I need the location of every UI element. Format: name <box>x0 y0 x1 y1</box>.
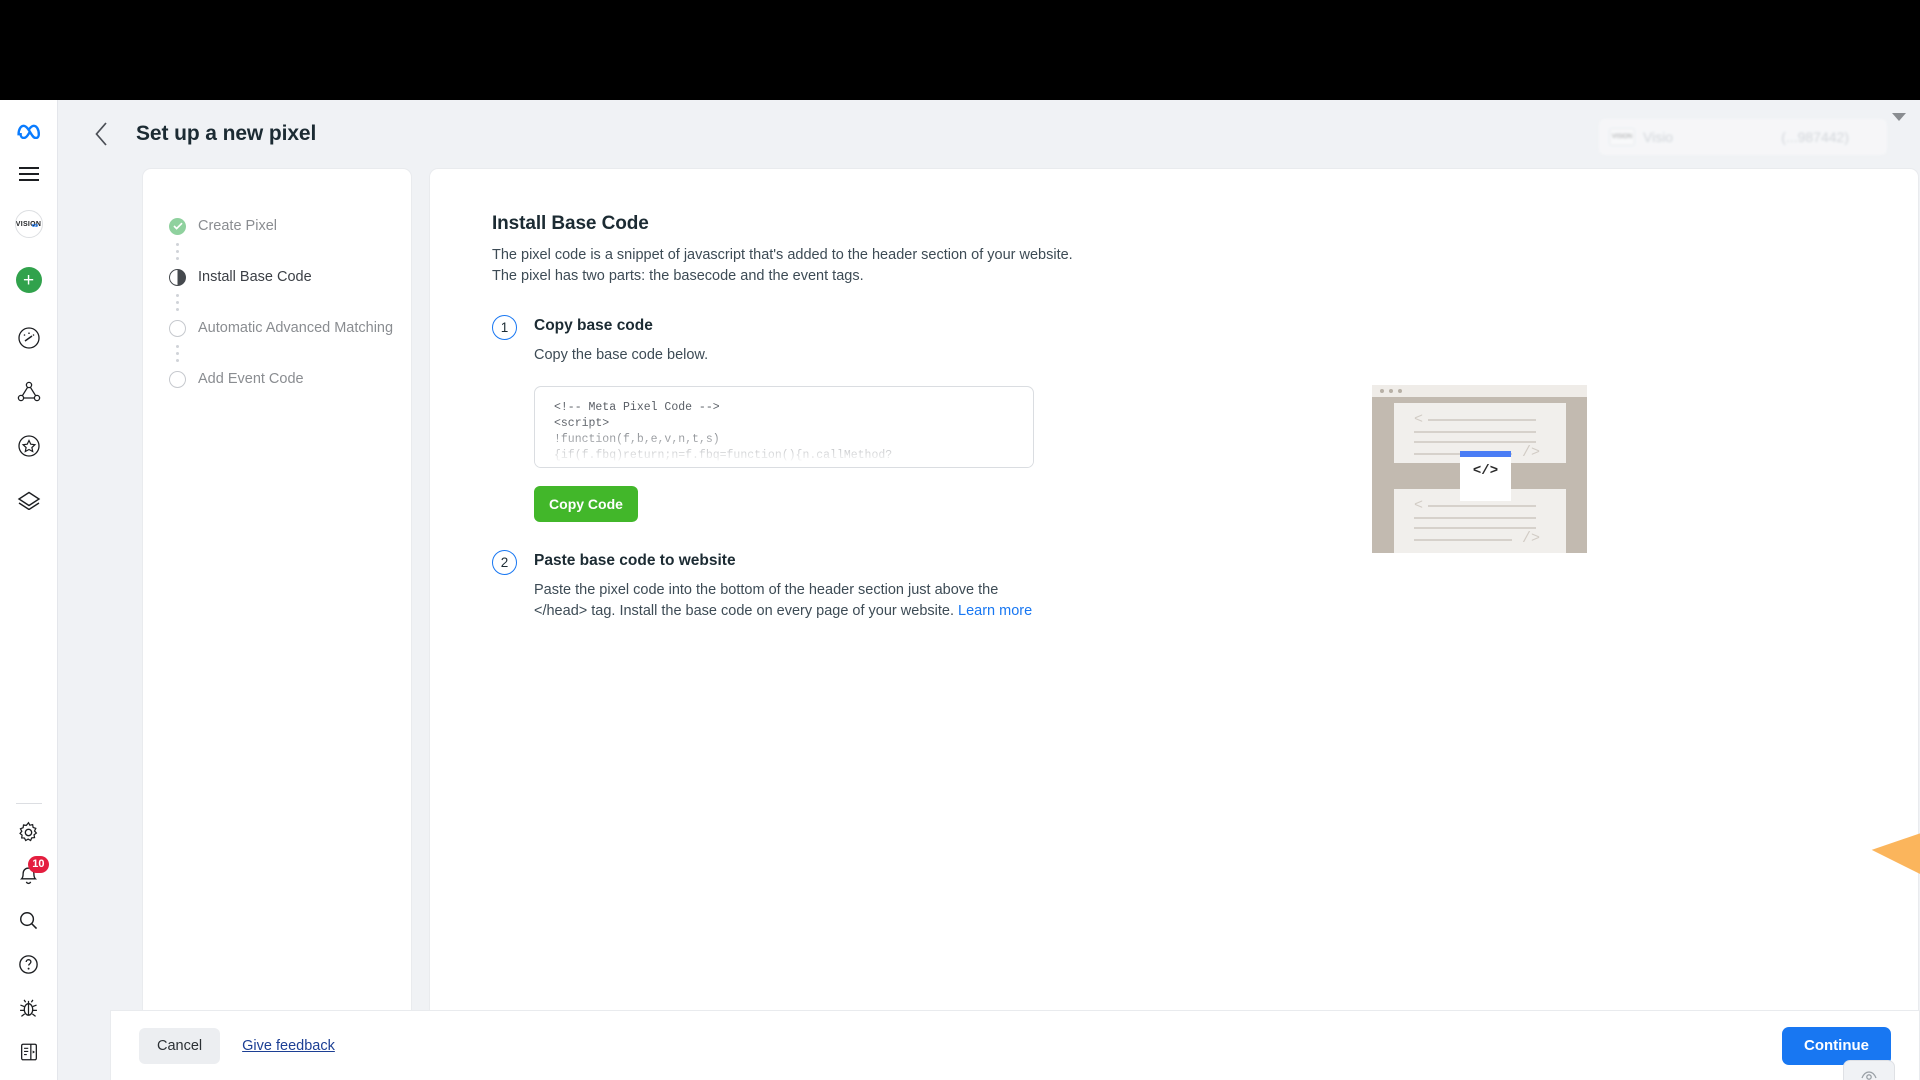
corner-widget-icon[interactable] <box>1843 1060 1895 1080</box>
step2-description-line2-wrap: </head> tag. Install the base code on ev… <box>534 601 1918 622</box>
notifications-bell-icon[interactable]: 10 <box>7 854 51 898</box>
step1-description: Copy the base code below. <box>534 347 709 363</box>
step-marker-pending <box>169 370 186 388</box>
step2-description-line1: Paste the pixel code into the bottom of … <box>534 582 999 598</box>
code-snippet-illustration: < /> < /> </> <box>1372 385 1587 553</box>
content-subtitle-line2: The pixel has two parts: the basecode an… <box>492 268 864 284</box>
star-badge-icon[interactable] <box>7 424 51 468</box>
step-item-add-event-code[interactable]: Add Event Code <box>143 366 411 392</box>
step-connector-dots <box>176 290 179 315</box>
step-item-create-pixel[interactable]: Create Pixel <box>143 213 411 239</box>
step-label: Add Event Code <box>198 371 304 387</box>
empty-circle-icon <box>169 370 186 388</box>
main-content-card: Install Base Code The pixel code is a sn… <box>429 168 1920 1080</box>
menu-hamburger-icon[interactable] <box>7 152 51 196</box>
page-title: Set up a new pixel <box>136 122 317 145</box>
learn-more-link[interactable]: Learn more <box>958 603 1032 619</box>
empty-circle-icon <box>169 319 186 337</box>
content-title: Install Base Code <box>492 213 649 234</box>
account-id: (...987442) <box>1781 129 1849 145</box>
avatar-meta-mark: ∞ <box>31 220 39 230</box>
code-fade-overlay <box>535 421 1033 467</box>
settings-gear-icon[interactable] <box>7 810 51 854</box>
help-question-icon[interactable] <box>7 942 51 986</box>
cancel-button[interactable]: Cancel <box>139 1027 221 1064</box>
chevron-left-icon[interactable] <box>86 119 116 149</box>
step-connector-dots <box>176 239 179 264</box>
notification-badge: 10 <box>28 856 49 873</box>
dashboard-gauge-icon[interactable] <box>7 316 51 360</box>
top-black-area <box>0 0 1920 100</box>
diamond-layers-icon[interactable] <box>7 478 51 522</box>
half-circle-icon <box>169 268 186 286</box>
business-avatar-label: VISION ∞ <box>14 210 43 238</box>
continue-button[interactable]: Continue <box>1782 1026 1891 1065</box>
left-icon-rail: VISION ∞ + 10 <box>0 100 58 1080</box>
base-code-box[interactable]: <!-- Meta Pixel Code --> <script> !funct… <box>534 386 1034 468</box>
network-graph-icon[interactable] <box>7 370 51 414</box>
step-label: Automatic Advanced Matching <box>198 320 394 336</box>
cards-region: Create Pixel Install Base Code Automatic… <box>84 168 1920 1080</box>
content-subtitle: The pixel code is a snippet of javascrip… <box>492 245 1918 287</box>
step-marker-done <box>169 217 186 235</box>
rail-bottom-group: 10 <box>0 795 57 1080</box>
account-name: Visio <box>1643 129 1674 145</box>
illustration-titlebar <box>1372 385 1587 397</box>
step2-number-badge: 2 <box>492 550 517 575</box>
caret-down-icon[interactable] <box>1892 113 1906 121</box>
step-marker-pending <box>169 319 186 337</box>
illustration-chevron-open: < <box>1414 411 1424 428</box>
meta-logo-icon[interactable] <box>7 108 51 152</box>
copy-code-button[interactable]: Copy Code <box>534 486 638 522</box>
step-label: Create Pixel <box>198 218 277 234</box>
step-marker-active <box>169 268 186 286</box>
illustration-chevron-open-2: < <box>1414 497 1424 514</box>
step-label: Install Base Code <box>198 269 312 285</box>
step1-title: Copy base code <box>534 317 653 334</box>
rail-divider <box>15 803 42 804</box>
step2-description-line2: </head> tag. Install the base code on ev… <box>534 603 954 619</box>
plus-glyph: + <box>15 267 42 293</box>
check-circle-icon <box>169 217 186 235</box>
panel-toggle-icon[interactable] <box>7 1030 51 1074</box>
step2-title: Paste base code to website <box>534 552 736 569</box>
step-item-install-base-code[interactable]: Install Base Code <box>143 264 411 290</box>
step1-number-badge: 1 <box>492 315 517 340</box>
create-new-icon[interactable]: + <box>7 258 51 302</box>
account-thumb-icon: VISION <box>1609 128 1635 146</box>
step2-block: 2 Paste base code to website Paste the p… <box>492 550 1918 622</box>
step-connector-dots <box>176 341 179 366</box>
step1-block: 1 Copy base code Copy the base code belo… <box>492 315 1918 522</box>
illustration-chevron-close: /> <box>1522 444 1541 461</box>
step-list-card: Create Pixel Install Base Code Automatic… <box>142 168 412 1078</box>
step-item-automatic-advanced-matching[interactable]: Automatic Advanced Matching <box>143 315 411 341</box>
content-subtitle-line1: The pixel code is a snippet of javascrip… <box>492 247 1073 263</box>
search-icon[interactable] <box>7 898 51 942</box>
illustration-chevron-close-2: /> <box>1522 530 1541 547</box>
page-body: Set up a new pixel VISION Visio (...9874… <box>58 100 1920 1080</box>
illustration-code-glyph: </> <box>1472 463 1499 479</box>
rail-top-group: VISION ∞ + <box>0 100 57 522</box>
business-avatar-icon[interactable]: VISION ∞ <box>7 202 51 246</box>
give-feedback-link[interactable]: Give feedback <box>242 1038 335 1054</box>
account-selector[interactable]: VISION Visio (...987442) <box>1598 118 1888 156</box>
step2-description: Paste the pixel code into the bottom of … <box>534 580 1918 622</box>
footer-bar: Cancel Give feedback Continue <box>110 1010 1920 1080</box>
bug-report-icon[interactable] <box>7 986 51 1030</box>
app-root: VISION ∞ + 10 Set up a new pixel VISION … <box>0 0 1920 1080</box>
